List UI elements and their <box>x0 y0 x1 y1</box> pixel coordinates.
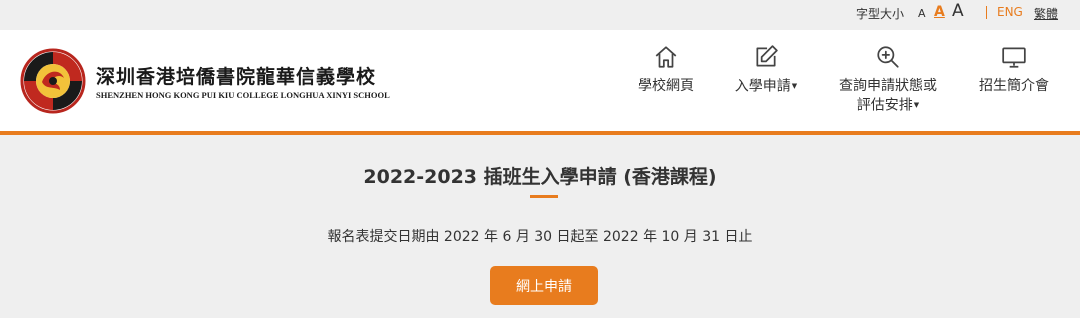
header-accent-line <box>0 131 1080 135</box>
school-name-chinese: 深圳香港培僑書院龍華信義學校 <box>96 66 377 88</box>
site-header: 深圳香港培僑書院龍華信義學校 SHENZHEN HONG KONG PUI KI… <box>0 30 1080 131</box>
nav-admission-application[interactable]: 入學申請▼ <box>724 44 808 97</box>
chevron-down-icon: ▼ <box>913 101 920 109</box>
lang-traditional-link[interactable]: 繁體 <box>1034 5 1058 22</box>
online-apply-button[interactable]: 網上申請 <box>490 266 598 305</box>
nav-check-status[interactable]: 查詢申請狀態或評估安排▼ <box>830 44 946 116</box>
font-size-label: 字型大小 <box>856 7 905 21</box>
font-size-small-button[interactable]: A <box>918 7 926 20</box>
home-icon <box>655 46 677 68</box>
nav-label-line2: 評估安排 <box>856 97 913 114</box>
font-size-medium-button[interactable]: A <box>934 4 945 20</box>
nav-school-website[interactable]: 學校網頁 <box>628 44 704 96</box>
nav-label: 學校網頁 <box>638 78 694 94</box>
nav-label: 招生簡介會 <box>979 78 1049 94</box>
submission-period-text: 報名表提交日期由 2022 年 6 月 30 日起至 2022 年 10 月 3… <box>327 229 753 245</box>
nav-label: 入學申請 <box>734 78 791 95</box>
lang-english-link[interactable]: ENG <box>997 5 1023 19</box>
monitor-icon <box>1002 47 1026 68</box>
edit-icon <box>756 45 778 67</box>
utility-bar: 字型大小 A A A ENG 繁體 <box>0 0 1080 28</box>
nav-label-line1: 查詢申請狀態或 <box>839 78 937 94</box>
nav-info-session[interactable]: 招生簡介會 <box>970 44 1058 96</box>
chevron-down-icon: ▼ <box>791 82 798 90</box>
title-underline <box>530 195 558 198</box>
school-name-english: SHENZHEN HONG KONG PUI KIU COLLEGE LONGH… <box>96 90 390 100</box>
school-logo-icon <box>20 48 86 114</box>
divider <box>986 6 987 19</box>
font-size-large-button[interactable]: A <box>952 1 964 21</box>
page-title: 2022-2023 插班生入學申請 (香港課程) <box>363 166 717 188</box>
search-icon <box>877 46 899 68</box>
school-logo[interactable] <box>20 48 86 114</box>
